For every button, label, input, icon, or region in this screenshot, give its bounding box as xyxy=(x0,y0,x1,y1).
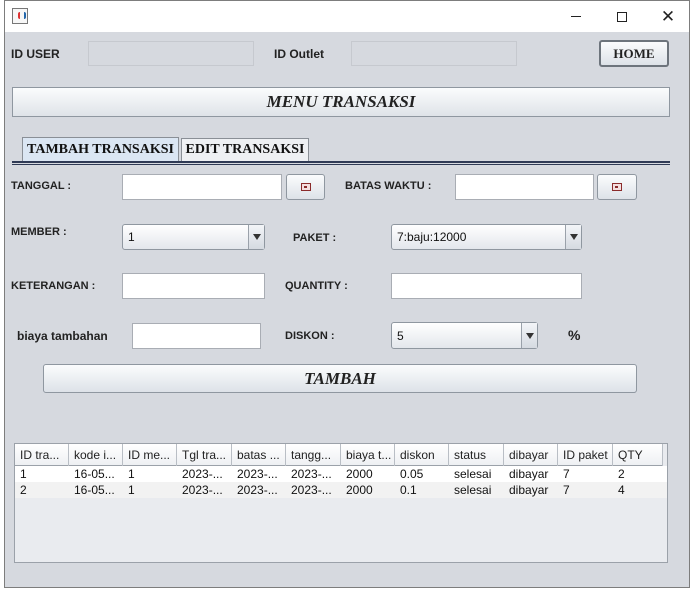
column-header[interactable]: biaya t... xyxy=(341,444,395,466)
table-cell: 2023-... xyxy=(237,467,278,481)
home-button[interactable]: HOME xyxy=(599,40,669,67)
table-cell: 2023-... xyxy=(182,483,223,497)
tanggal-input[interactable] xyxy=(123,175,281,199)
table-cell: selesai xyxy=(454,467,492,481)
id-outlet-input[interactable] xyxy=(352,42,516,65)
member-selected-value: 1 xyxy=(128,230,135,244)
table-cell: dibayar xyxy=(509,467,549,481)
table-row[interactable]: 2 16-05... 1 2023-... 2023-... 2023-... 2000 0.… xyxy=(15,482,667,498)
table-cell: 7 xyxy=(563,483,570,497)
table-cell: selesai xyxy=(454,483,492,497)
table-row[interactable]: 1 16-05... 1 2023-... 2023-... 2023-... 2000 0.… xyxy=(15,466,667,482)
table-cell: dibayar xyxy=(509,483,549,497)
diskon-selected-value: 5 xyxy=(397,328,404,343)
id-user-field[interactable] xyxy=(88,41,254,66)
biaya-tambahan-input[interactable] xyxy=(133,324,260,348)
tanggal-label: TANGGAL : xyxy=(11,180,72,192)
paket-selected-value: 7:baju:12000 xyxy=(397,230,467,244)
biaya-tambahan-field[interactable] xyxy=(132,323,261,349)
tab-edit-transaksi[interactable]: EDIT TRANSAKSI xyxy=(181,138,309,161)
keterangan-label: KETERANGAN : xyxy=(11,280,96,292)
main-panel: ID USER ID Outlet HOME MENU TRANSAKSI TA… xyxy=(5,32,689,587)
maximize-icon xyxy=(617,11,627,22)
column-header[interactable]: QTY xyxy=(613,444,663,466)
chevron-down-icon xyxy=(248,225,264,249)
tab-underline xyxy=(12,161,670,165)
member-label: MEMBER : xyxy=(11,226,67,238)
menu-title-bar: MENU TRANSAKSI xyxy=(12,87,670,117)
keterangan-field[interactable] xyxy=(122,273,265,299)
keterangan-input[interactable] xyxy=(123,274,264,298)
tambah-button[interactable]: TAMBAH xyxy=(43,364,637,393)
table-cell: 16-05... xyxy=(74,467,115,481)
batas-waktu-label: BATAS WAKTU : xyxy=(345,180,432,192)
column-header[interactable]: status xyxy=(449,444,504,466)
table-cell: 2000 xyxy=(346,467,373,481)
column-header[interactable]: batas ... xyxy=(232,444,286,466)
column-header[interactable]: Tgl tra... xyxy=(177,444,232,466)
id-user-label: ID USER xyxy=(11,47,60,61)
batas-waktu-input[interactable] xyxy=(456,175,593,199)
minimize-icon xyxy=(571,16,581,17)
close-icon: ✕ xyxy=(660,6,676,27)
table-cell: 4 xyxy=(618,483,625,497)
quantity-field[interactable] xyxy=(391,273,582,299)
diskon-select[interactable]: 5 xyxy=(391,322,538,349)
id-user-input[interactable] xyxy=(89,42,253,65)
batas-waktu-calendar-button[interactable] xyxy=(597,174,637,200)
table-cell: 2023-... xyxy=(291,467,332,481)
percent-sign: % xyxy=(568,327,581,343)
table-cell: 0.05 xyxy=(400,467,424,481)
id-outlet-label: ID Outlet xyxy=(274,47,324,61)
column-header[interactable]: kode i... xyxy=(69,444,123,466)
table-cell: 0.1 xyxy=(400,483,417,497)
minimize-button[interactable] xyxy=(553,1,599,32)
table-cell: 1 xyxy=(128,467,135,481)
calendar-icon xyxy=(612,183,622,191)
table-cell: 2 xyxy=(618,467,625,481)
title-bar: ✕ xyxy=(5,1,689,32)
table-cell: 7 xyxy=(563,467,570,481)
table-cell: 2 xyxy=(20,483,27,497)
table-cell: 1 xyxy=(128,483,135,497)
table-cell: 2023-... xyxy=(291,483,332,497)
tanggal-field[interactable] xyxy=(122,174,282,200)
batas-waktu-field[interactable] xyxy=(455,174,594,200)
table-cell: 2023-... xyxy=(182,467,223,481)
member-select[interactable]: 1 xyxy=(122,224,265,250)
close-button[interactable]: ✕ xyxy=(645,1,691,32)
tanggal-calendar-button[interactable] xyxy=(286,174,325,200)
quantity-input[interactable] xyxy=(392,274,581,298)
table-cell: 1 xyxy=(20,467,27,481)
column-header[interactable]: diskon xyxy=(395,444,449,466)
transaction-table[interactable]: ID tra... kode i... ID me... Tgl tra... bata… xyxy=(14,443,668,563)
diskon-label: DISKON : xyxy=(285,330,335,342)
table-header: ID tra... kode i... ID me... Tgl tra... bata… xyxy=(15,444,663,466)
tab-tambah-transaksi[interactable]: TAMBAH TRANSAKSI xyxy=(22,137,179,162)
id-outlet-field[interactable] xyxy=(351,41,517,66)
column-header[interactable]: ID me... xyxy=(123,444,177,466)
calendar-icon xyxy=(300,183,311,191)
paket-label: PAKET : xyxy=(293,232,337,244)
table-cell: 2000 xyxy=(346,483,373,497)
table-cell: 2023-... xyxy=(237,483,278,497)
chevron-down-icon xyxy=(521,323,537,348)
quantity-label: QUANTITY : xyxy=(285,280,348,292)
column-header[interactable]: ID tra... xyxy=(15,444,69,466)
column-header[interactable]: tangg... xyxy=(286,444,341,466)
biaya-tambahan-label: biaya tambahan xyxy=(17,329,108,343)
column-header[interactable]: dibayar xyxy=(504,444,558,466)
table-body: 1 16-05... 1 2023-... 2023-... 2023-... 2000 0.… xyxy=(15,466,667,498)
chevron-down-icon xyxy=(565,225,581,249)
app-window: ✕ ID USER ID Outlet HOME MENU TRANSAKSI … xyxy=(4,0,690,588)
maximize-button[interactable] xyxy=(599,1,645,32)
java-cup-icon xyxy=(12,8,28,24)
paket-select[interactable]: 7:baju:12000 xyxy=(391,224,582,250)
column-header[interactable]: ID paket xyxy=(558,444,613,466)
table-cell: 16-05... xyxy=(74,483,115,497)
